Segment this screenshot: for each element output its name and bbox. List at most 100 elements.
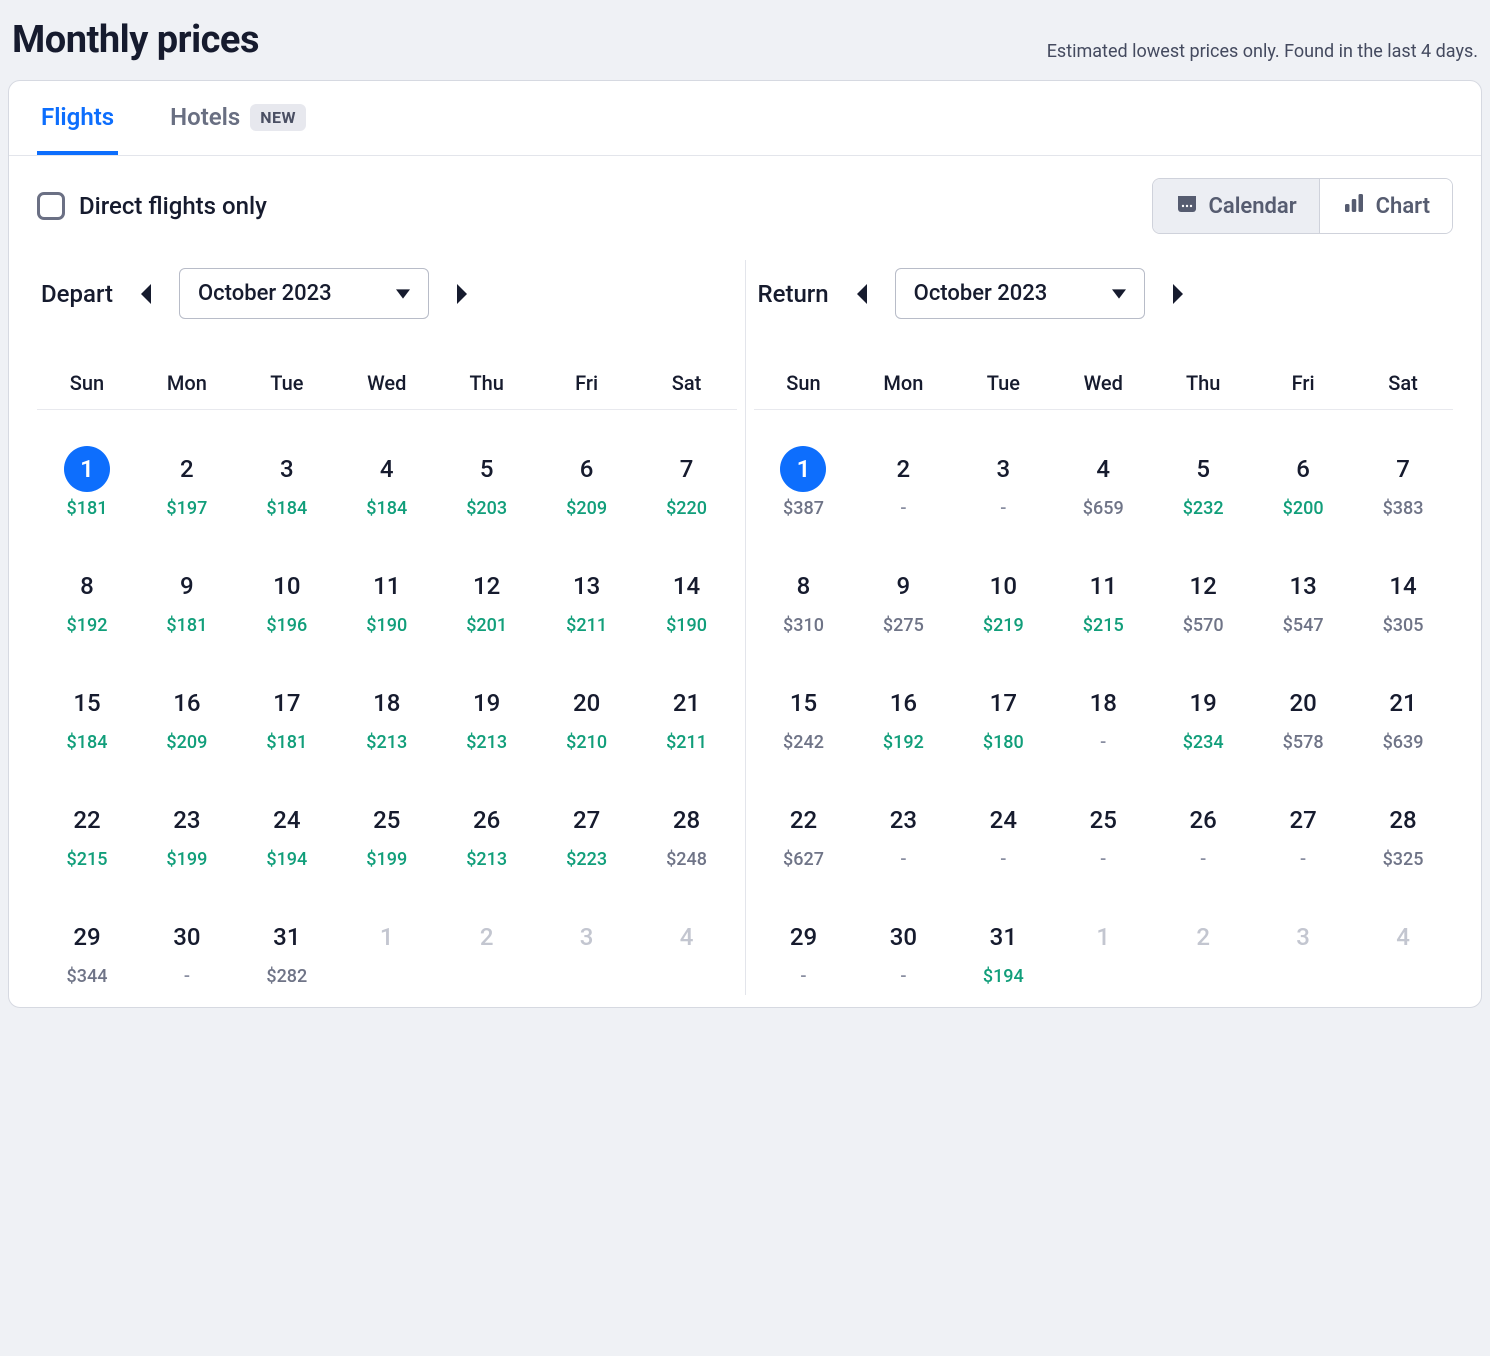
depart-day-cell[interactable]: 22$215	[37, 761, 137, 878]
day-number: 27	[564, 797, 610, 843]
day-number: 28	[1380, 797, 1426, 843]
day-number: 19	[1180, 680, 1226, 726]
depart-day-cell[interactable]: 29$344	[37, 878, 137, 995]
return-day-cell[interactable]: 25-	[1053, 761, 1153, 878]
tab-hotels[interactable]: Hotels NEW	[166, 81, 310, 155]
depart-day-cell[interactable]: 15$184	[37, 644, 137, 761]
day-price: $194	[953, 966, 1053, 987]
depart-day-cell[interactable]: 13$211	[537, 527, 637, 644]
depart-day-cell[interactable]: 20$210	[537, 644, 637, 761]
day-number: 1	[780, 446, 826, 492]
depart-day-cell[interactable]: 14$190	[637, 527, 737, 644]
bar-chart-icon	[1342, 191, 1366, 221]
chevron-down-icon	[396, 289, 410, 299]
return-day-cell[interactable]: 28$325	[1353, 761, 1453, 878]
depart-day-cell[interactable]: 26$213	[437, 761, 537, 878]
return-day-cell[interactable]: 9$275	[853, 527, 953, 644]
return-day-cell[interactable]: 26-	[1153, 761, 1253, 878]
depart-day-cell[interactable]: 23$199	[137, 761, 237, 878]
day-price: $211	[637, 732, 737, 753]
direct-flights-checkbox[interactable]: Direct flights only	[37, 192, 267, 220]
depart-day-cell[interactable]: 4$184	[337, 410, 437, 527]
return-day-cell[interactable]: 21$639	[1353, 644, 1453, 761]
return-day-cell[interactable]: 10$219	[953, 527, 1053, 644]
day-number: 2	[1180, 914, 1226, 960]
return-day-cell[interactable]: 4$659	[1053, 410, 1153, 527]
depart-prev-button[interactable]	[131, 276, 161, 312]
depart-day-cell[interactable]: 28$248	[637, 761, 737, 878]
calendar-view-button[interactable]: Calendar	[1153, 179, 1319, 233]
chevron-down-icon	[1112, 289, 1126, 299]
depart-month-select[interactable]: October 2023	[179, 268, 429, 319]
depart-day-cell[interactable]: 12$201	[437, 527, 537, 644]
return-day-cell[interactable]: 16$192	[853, 644, 953, 761]
depart-day-cell[interactable]: 6$209	[537, 410, 637, 527]
return-day-cell[interactable]: 20$578	[1253, 644, 1353, 761]
return-day-cell[interactable]: 24-	[953, 761, 1053, 878]
return-day-cell[interactable]: 7$383	[1353, 410, 1453, 527]
depart-day-cell[interactable]: 27$223	[537, 761, 637, 878]
return-day-cell[interactable]: 8$310	[754, 527, 854, 644]
depart-day-cell[interactable]: 2$197	[137, 410, 237, 527]
return-day-cell[interactable]: 3-	[953, 410, 1053, 527]
return-day-cell[interactable]: 15$242	[754, 644, 854, 761]
day-number: 23	[164, 797, 210, 843]
day-price: $192	[37, 615, 137, 636]
day-number: 26	[1180, 797, 1226, 843]
depart-day-cell[interactable]: 30-	[137, 878, 237, 995]
day-number: 10	[264, 563, 310, 609]
day-number: 14	[1380, 563, 1426, 609]
return-day-cell[interactable]: 2-	[853, 410, 953, 527]
depart-day-cell[interactable]: 16$209	[137, 644, 237, 761]
depart-day-cell[interactable]: 3$184	[237, 410, 337, 527]
day-number: 14	[664, 563, 710, 609]
depart-day-cell[interactable]: 10$196	[237, 527, 337, 644]
return-day-cell[interactable]: 11$215	[1053, 527, 1153, 644]
chart-view-button[interactable]: Chart	[1319, 179, 1452, 233]
day-price: -	[853, 849, 953, 870]
depart-day-cell[interactable]: 25$199	[337, 761, 437, 878]
return-day-cell[interactable]: 14 $305	[1353, 527, 1453, 644]
return-day-cell[interactable]: 31$194	[953, 878, 1053, 995]
return-month-select[interactable]: October 2023	[895, 268, 1145, 319]
return-label: Return	[758, 280, 829, 308]
depart-day-cell[interactable]: 5$203	[437, 410, 537, 527]
return-day-cell[interactable]: 12$570	[1153, 527, 1253, 644]
return-day-cell[interactable]: 13$547	[1253, 527, 1353, 644]
day-price: -	[853, 966, 953, 987]
depart-day-cell[interactable]: 21$211	[637, 644, 737, 761]
day-number: 6	[1280, 446, 1326, 492]
return-day-cell[interactable]: 30-	[853, 878, 953, 995]
depart-day-cell[interactable]: 31$282	[237, 878, 337, 995]
return-day-cell[interactable]: 17$180	[953, 644, 1053, 761]
return-day-cell[interactable]: 19$234	[1153, 644, 1253, 761]
return-day-cell[interactable]: 27-	[1253, 761, 1353, 878]
day-price: $305	[1353, 615, 1453, 636]
depart-day-cell[interactable]: 9$181	[137, 527, 237, 644]
tab-flights[interactable]: Flights	[37, 81, 118, 155]
return-day-cell[interactable]: 23-	[853, 761, 953, 878]
depart-day-cell[interactable]: 19$213	[437, 644, 537, 761]
return-day-cell[interactable]: 5$232	[1153, 410, 1253, 527]
day-number: 13	[1280, 563, 1326, 609]
depart-day-cell[interactable]: 11$190	[337, 527, 437, 644]
day-number: 19	[464, 680, 510, 726]
day-price: $197	[137, 498, 237, 519]
depart-next-button[interactable]	[447, 276, 477, 312]
return-day-cell[interactable]: 29-	[754, 878, 854, 995]
depart-day-cell[interactable]: 18$213	[337, 644, 437, 761]
return-day-cell[interactable]: 22$627	[754, 761, 854, 878]
day-price: -	[1053, 732, 1153, 753]
return-prev-button[interactable]	[847, 276, 877, 312]
depart-day-cell[interactable]: 7$220	[637, 410, 737, 527]
return-day-cell[interactable]: 18-	[1053, 644, 1153, 761]
depart-day-cell[interactable]: 17$181	[237, 644, 337, 761]
return-next-button[interactable]	[1163, 276, 1193, 312]
depart-day-cell[interactable]: 8$192	[37, 527, 137, 644]
return-day-cell[interactable]: 1$387	[754, 410, 854, 527]
day-price: $181	[237, 732, 337, 753]
depart-day-cell[interactable]: 1$181	[37, 410, 137, 527]
return-day-cell[interactable]: 6$200	[1253, 410, 1353, 527]
day-number: 28	[664, 797, 710, 843]
depart-day-cell[interactable]: 24$194	[237, 761, 337, 878]
